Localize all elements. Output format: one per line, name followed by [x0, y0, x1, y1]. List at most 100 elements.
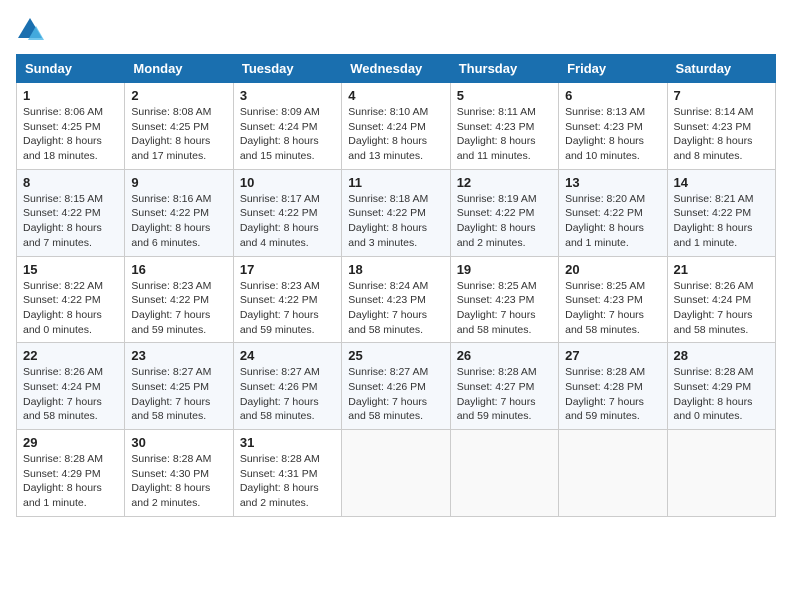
- calendar-cell: 4 Sunrise: 8:10 AM Sunset: 4:24 PM Dayli…: [342, 83, 450, 170]
- calendar-cell: 10 Sunrise: 8:17 AM Sunset: 4:22 PM Dayl…: [233, 169, 341, 256]
- week-row-3: 15 Sunrise: 8:22 AM Sunset: 4:22 PM Dayl…: [17, 256, 776, 343]
- cell-info: Sunrise: 8:06 AM Sunset: 4:25 PM Dayligh…: [23, 105, 118, 164]
- logo-icon: [16, 16, 44, 44]
- day-number: 18: [348, 262, 443, 277]
- calendar-cell: 13 Sunrise: 8:20 AM Sunset: 4:22 PM Dayl…: [559, 169, 667, 256]
- logo-image: [16, 16, 48, 44]
- cell-info: Sunrise: 8:10 AM Sunset: 4:24 PM Dayligh…: [348, 105, 443, 164]
- cell-info: Sunrise: 8:25 AM Sunset: 4:23 PM Dayligh…: [457, 279, 552, 338]
- weekday-monday: Monday: [125, 55, 233, 83]
- calendar-cell: [559, 430, 667, 517]
- cell-info: Sunrise: 8:28 AM Sunset: 4:29 PM Dayligh…: [674, 365, 769, 424]
- cell-info: Sunrise: 8:28 AM Sunset: 4:27 PM Dayligh…: [457, 365, 552, 424]
- cell-info: Sunrise: 8:22 AM Sunset: 4:22 PM Dayligh…: [23, 279, 118, 338]
- calendar-cell: 7 Sunrise: 8:14 AM Sunset: 4:23 PM Dayli…: [667, 83, 775, 170]
- cell-info: Sunrise: 8:20 AM Sunset: 4:22 PM Dayligh…: [565, 192, 660, 251]
- calendar-cell: 15 Sunrise: 8:22 AM Sunset: 4:22 PM Dayl…: [17, 256, 125, 343]
- cell-info: Sunrise: 8:21 AM Sunset: 4:22 PM Dayligh…: [674, 192, 769, 251]
- calendar-cell: 19 Sunrise: 8:25 AM Sunset: 4:23 PM Dayl…: [450, 256, 558, 343]
- calendar-cell: 16 Sunrise: 8:23 AM Sunset: 4:22 PM Dayl…: [125, 256, 233, 343]
- calendar-cell: 2 Sunrise: 8:08 AM Sunset: 4:25 PM Dayli…: [125, 83, 233, 170]
- day-number: 6: [565, 88, 660, 103]
- cell-info: Sunrise: 8:11 AM Sunset: 4:23 PM Dayligh…: [457, 105, 552, 164]
- calendar-cell: 26 Sunrise: 8:28 AM Sunset: 4:27 PM Dayl…: [450, 343, 558, 430]
- day-number: 16: [131, 262, 226, 277]
- cell-info: Sunrise: 8:15 AM Sunset: 4:22 PM Dayligh…: [23, 192, 118, 251]
- day-number: 29: [23, 435, 118, 450]
- cell-info: Sunrise: 8:27 AM Sunset: 4:26 PM Dayligh…: [240, 365, 335, 424]
- page-header: [16, 16, 776, 44]
- cell-info: Sunrise: 8:08 AM Sunset: 4:25 PM Dayligh…: [131, 105, 226, 164]
- day-number: 11: [348, 175, 443, 190]
- day-number: 31: [240, 435, 335, 450]
- calendar-cell: 14 Sunrise: 8:21 AM Sunset: 4:22 PM Dayl…: [667, 169, 775, 256]
- weekday-header-row: SundayMondayTuesdayWednesdayThursdayFrid…: [17, 55, 776, 83]
- calendar-table: SundayMondayTuesdayWednesdayThursdayFrid…: [16, 54, 776, 517]
- calendar-cell: 11 Sunrise: 8:18 AM Sunset: 4:22 PM Dayl…: [342, 169, 450, 256]
- cell-info: Sunrise: 8:26 AM Sunset: 4:24 PM Dayligh…: [23, 365, 118, 424]
- cell-info: Sunrise: 8:17 AM Sunset: 4:22 PM Dayligh…: [240, 192, 335, 251]
- calendar-cell: 28 Sunrise: 8:28 AM Sunset: 4:29 PM Dayl…: [667, 343, 775, 430]
- day-number: 19: [457, 262, 552, 277]
- calendar-cell: 31 Sunrise: 8:28 AM Sunset: 4:31 PM Dayl…: [233, 430, 341, 517]
- day-number: 30: [131, 435, 226, 450]
- day-number: 26: [457, 348, 552, 363]
- cell-info: Sunrise: 8:18 AM Sunset: 4:22 PM Dayligh…: [348, 192, 443, 251]
- calendar-cell: 18 Sunrise: 8:24 AM Sunset: 4:23 PM Dayl…: [342, 256, 450, 343]
- day-number: 28: [674, 348, 769, 363]
- day-number: 7: [674, 88, 769, 103]
- calendar-cell: [450, 430, 558, 517]
- cell-info: Sunrise: 8:23 AM Sunset: 4:22 PM Dayligh…: [240, 279, 335, 338]
- day-number: 17: [240, 262, 335, 277]
- weekday-wednesday: Wednesday: [342, 55, 450, 83]
- day-number: 15: [23, 262, 118, 277]
- cell-info: Sunrise: 8:13 AM Sunset: 4:23 PM Dayligh…: [565, 105, 660, 164]
- cell-info: Sunrise: 8:24 AM Sunset: 4:23 PM Dayligh…: [348, 279, 443, 338]
- calendar-cell: 6 Sunrise: 8:13 AM Sunset: 4:23 PM Dayli…: [559, 83, 667, 170]
- calendar-cell: 1 Sunrise: 8:06 AM Sunset: 4:25 PM Dayli…: [17, 83, 125, 170]
- logo: [16, 16, 48, 44]
- week-row-4: 22 Sunrise: 8:26 AM Sunset: 4:24 PM Dayl…: [17, 343, 776, 430]
- cell-info: Sunrise: 8:28 AM Sunset: 4:31 PM Dayligh…: [240, 452, 335, 511]
- day-number: 4: [348, 88, 443, 103]
- cell-info: Sunrise: 8:27 AM Sunset: 4:26 PM Dayligh…: [348, 365, 443, 424]
- day-number: 12: [457, 175, 552, 190]
- day-number: 20: [565, 262, 660, 277]
- calendar-cell: 3 Sunrise: 8:09 AM Sunset: 4:24 PM Dayli…: [233, 83, 341, 170]
- calendar-cell: 9 Sunrise: 8:16 AM Sunset: 4:22 PM Dayli…: [125, 169, 233, 256]
- weekday-thursday: Thursday: [450, 55, 558, 83]
- day-number: 2: [131, 88, 226, 103]
- cell-info: Sunrise: 8:28 AM Sunset: 4:29 PM Dayligh…: [23, 452, 118, 511]
- cell-info: Sunrise: 8:25 AM Sunset: 4:23 PM Dayligh…: [565, 279, 660, 338]
- day-number: 24: [240, 348, 335, 363]
- cell-info: Sunrise: 8:23 AM Sunset: 4:22 PM Dayligh…: [131, 279, 226, 338]
- cell-info: Sunrise: 8:19 AM Sunset: 4:22 PM Dayligh…: [457, 192, 552, 251]
- calendar-cell: 17 Sunrise: 8:23 AM Sunset: 4:22 PM Dayl…: [233, 256, 341, 343]
- cell-info: Sunrise: 8:28 AM Sunset: 4:30 PM Dayligh…: [131, 452, 226, 511]
- day-number: 5: [457, 88, 552, 103]
- day-number: 9: [131, 175, 226, 190]
- day-number: 8: [23, 175, 118, 190]
- calendar-cell: 8 Sunrise: 8:15 AM Sunset: 4:22 PM Dayli…: [17, 169, 125, 256]
- day-number: 21: [674, 262, 769, 277]
- calendar-cell: 30 Sunrise: 8:28 AM Sunset: 4:30 PM Dayl…: [125, 430, 233, 517]
- day-number: 27: [565, 348, 660, 363]
- week-row-5: 29 Sunrise: 8:28 AM Sunset: 4:29 PM Dayl…: [17, 430, 776, 517]
- cell-info: Sunrise: 8:26 AM Sunset: 4:24 PM Dayligh…: [674, 279, 769, 338]
- cell-info: Sunrise: 8:16 AM Sunset: 4:22 PM Dayligh…: [131, 192, 226, 251]
- weekday-sunday: Sunday: [17, 55, 125, 83]
- cell-info: Sunrise: 8:27 AM Sunset: 4:25 PM Dayligh…: [131, 365, 226, 424]
- cell-info: Sunrise: 8:09 AM Sunset: 4:24 PM Dayligh…: [240, 105, 335, 164]
- day-number: 13: [565, 175, 660, 190]
- calendar-cell: 27 Sunrise: 8:28 AM Sunset: 4:28 PM Dayl…: [559, 343, 667, 430]
- calendar-cell: 29 Sunrise: 8:28 AM Sunset: 4:29 PM Dayl…: [17, 430, 125, 517]
- calendar-cell: [667, 430, 775, 517]
- cell-info: Sunrise: 8:28 AM Sunset: 4:28 PM Dayligh…: [565, 365, 660, 424]
- calendar-cell: 5 Sunrise: 8:11 AM Sunset: 4:23 PM Dayli…: [450, 83, 558, 170]
- weekday-saturday: Saturday: [667, 55, 775, 83]
- weekday-friday: Friday: [559, 55, 667, 83]
- calendar-cell: [342, 430, 450, 517]
- calendar-cell: 24 Sunrise: 8:27 AM Sunset: 4:26 PM Dayl…: [233, 343, 341, 430]
- day-number: 14: [674, 175, 769, 190]
- week-row-1: 1 Sunrise: 8:06 AM Sunset: 4:25 PM Dayli…: [17, 83, 776, 170]
